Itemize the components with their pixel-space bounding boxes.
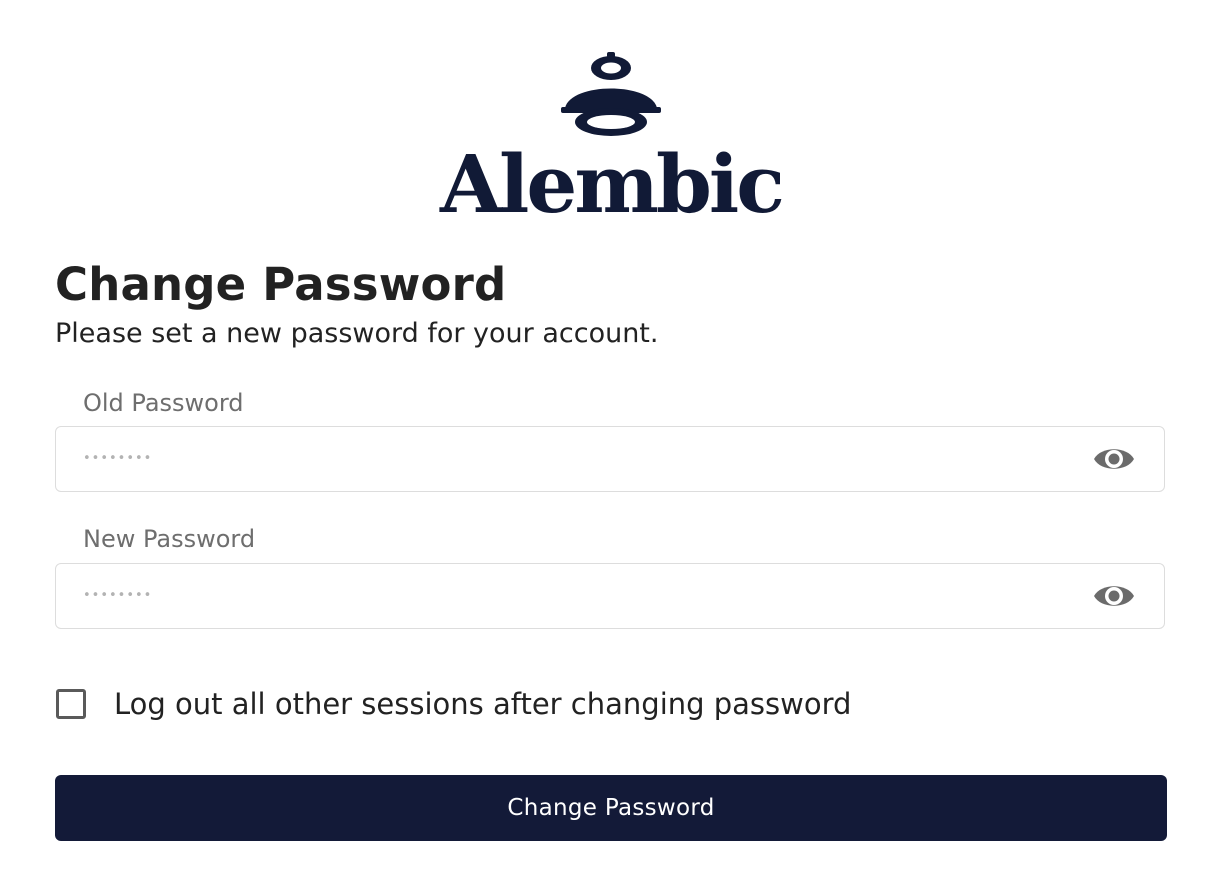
page-title: Change Password: [55, 258, 507, 311]
old-password-input[interactable]: [83, 427, 1043, 490]
old-password-field-box: [55, 426, 1165, 492]
old-password-label: Old Password: [83, 389, 244, 417]
brand-logo: Alembic: [0, 52, 1222, 230]
eye-icon[interactable]: [1092, 442, 1136, 476]
logout-sessions-option[interactable]: Log out all other sessions after changin…: [56, 686, 851, 722]
change-password-button[interactable]: Change Password: [55, 775, 1167, 841]
logout-sessions-label[interactable]: Log out all other sessions after changin…: [114, 686, 851, 722]
new-password-label: New Password: [83, 525, 256, 553]
logout-sessions-checkbox[interactable]: [56, 689, 86, 719]
new-password-input[interactable]: [83, 564, 1043, 627]
alembic-logo-icon: [561, 52, 661, 136]
page-subtitle: Please set a new password for your accou…: [55, 318, 659, 349]
new-password-field-box: [55, 563, 1165, 629]
change-password-page: Alembic Change Password Please set a new…: [0, 0, 1222, 896]
eye-icon[interactable]: [1092, 579, 1136, 613]
brand-wordmark: Alembic: [439, 137, 785, 231]
